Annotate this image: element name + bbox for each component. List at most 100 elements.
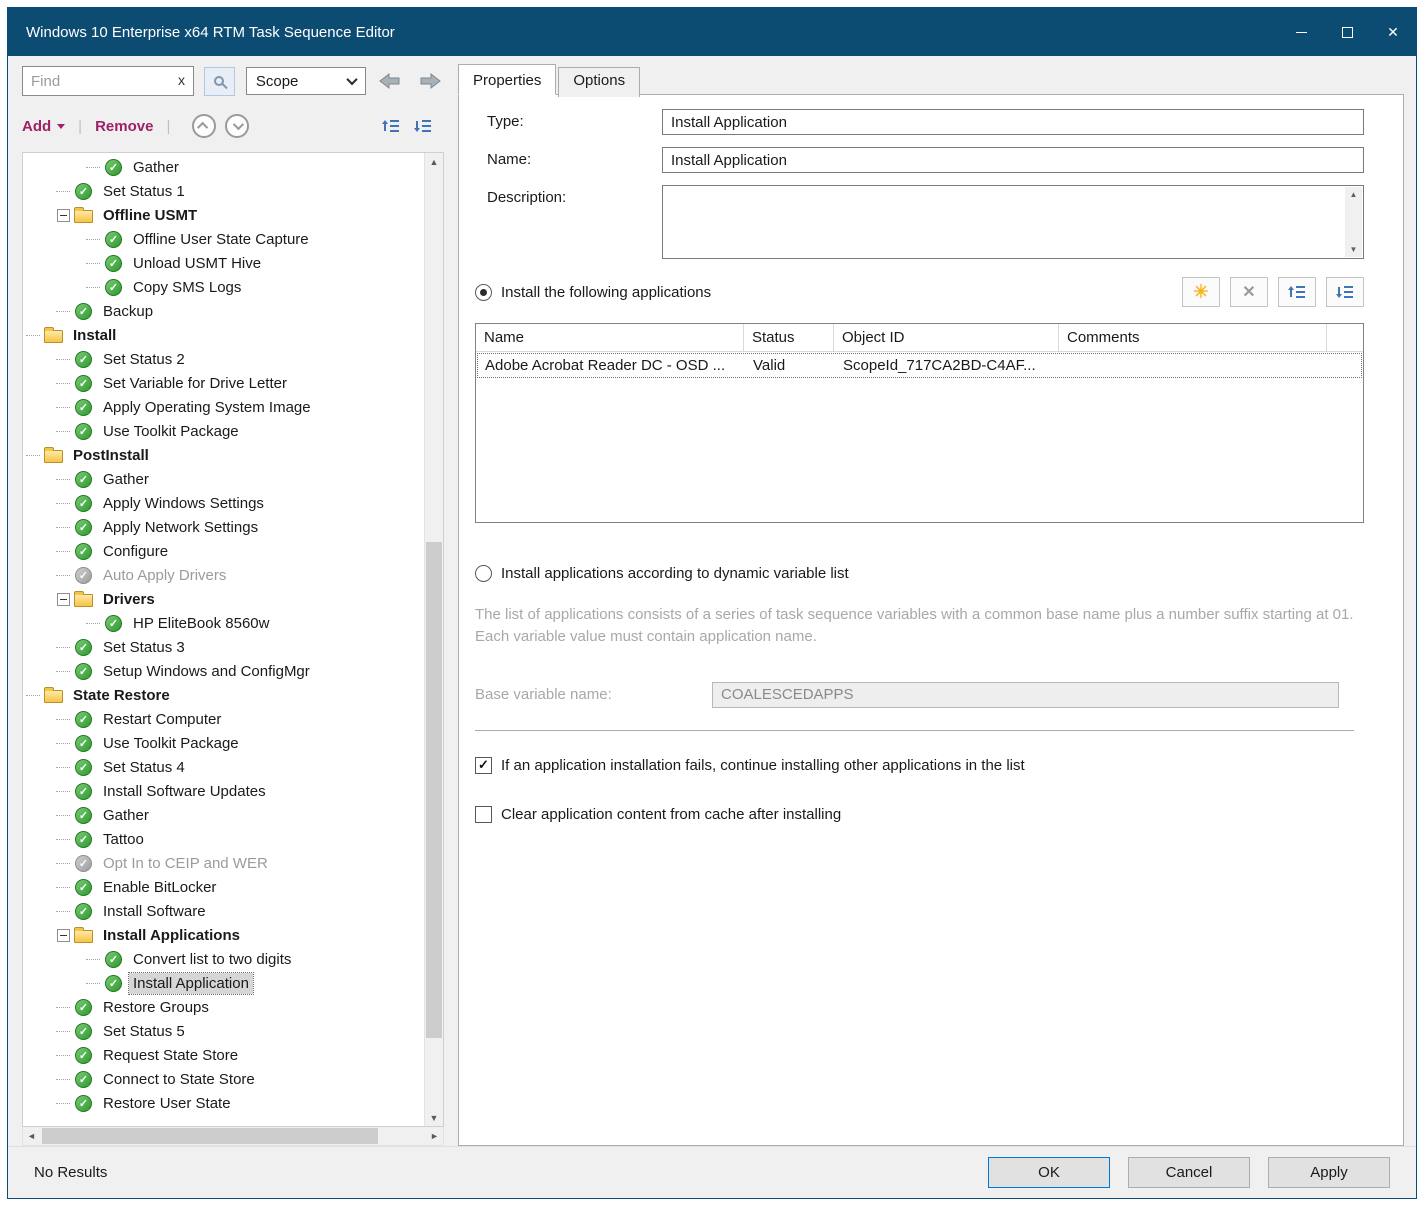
scroll-up-icon[interactable]: ▲ (1350, 190, 1358, 199)
apply-button[interactable]: Apply (1268, 1157, 1390, 1188)
tab-properties[interactable]: Properties (458, 64, 556, 95)
step-status-check-icon (105, 255, 122, 272)
column-header[interactable]: Object ID (834, 324, 1059, 351)
cancel-button[interactable]: Cancel (1128, 1157, 1250, 1188)
move-application-down-button[interactable] (1326, 277, 1364, 307)
collapse-all-icon (413, 118, 433, 134)
step-status-check-icon (75, 543, 92, 560)
tree-item[interactable]: Drivers (23, 587, 424, 611)
tree-item[interactable]: PostInstall (23, 443, 424, 467)
tree-item[interactable]: Restore User State (23, 1091, 424, 1115)
find-previous-button[interactable] (374, 67, 406, 95)
tree-item[interactable]: Install Software Updates (23, 779, 424, 803)
application-row[interactable]: Adobe Acrobat Reader DC - OSD ...ValidSc… (477, 353, 1362, 378)
column-header[interactable]: Comments (1059, 324, 1327, 351)
toolbar-separator: | (78, 118, 82, 135)
add-button[interactable]: Add (22, 118, 65, 135)
tree-item[interactable]: Set Variable for Drive Letter (23, 371, 424, 395)
minimize-button[interactable] (1278, 8, 1324, 56)
tree-item[interactable]: Backup (23, 299, 424, 323)
tree-expander-icon[interactable] (53, 929, 73, 942)
continue-on-fail-checkbox[interactable] (475, 757, 492, 774)
tree-item[interactable]: Install Applications (23, 923, 424, 947)
install-following-radio[interactable] (475, 284, 492, 301)
tree-item[interactable]: Use Toolkit Package (23, 419, 424, 443)
tree-item[interactable]: Configure (23, 539, 424, 563)
tree-item[interactable]: Request State Store (23, 1043, 424, 1067)
tree-connector (83, 167, 103, 168)
find-next-button[interactable] (414, 67, 446, 95)
ok-button[interactable]: OK (988, 1157, 1110, 1188)
dynamic-variable-radio[interactable] (475, 565, 492, 582)
tree-item[interactable]: Copy SMS Logs (23, 275, 424, 299)
collapse-all-button[interactable] (410, 114, 436, 138)
tree-item[interactable]: Tattoo (23, 827, 424, 851)
tree-item[interactable]: Offline USMT (23, 203, 424, 227)
description-scrollbar[interactable]: ▲ ▼ (1345, 187, 1362, 257)
clear-cache-checkbox[interactable] (475, 806, 492, 823)
tree-item[interactable]: Set Status 1 (23, 179, 424, 203)
search-button[interactable] (204, 67, 235, 96)
app-table-body[interactable]: Adobe Acrobat Reader DC - OSD ...ValidSc… (476, 352, 1363, 522)
tree-item[interactable]: Apply Windows Settings (23, 491, 424, 515)
remove-button[interactable]: Remove (95, 118, 153, 135)
tree-vertical-scrollbar[interactable]: ▲ ▼ (424, 153, 443, 1126)
scroll-up-icon[interactable]: ▲ (425, 153, 443, 170)
name-field[interactable] (662, 147, 1364, 173)
tree-item[interactable]: Unload USMT Hive (23, 251, 424, 275)
maximize-button[interactable] (1324, 8, 1370, 56)
tree-item[interactable]: HP EliteBook 8560w (23, 611, 424, 635)
tree-item[interactable]: Install Application (23, 971, 424, 995)
tree-item[interactable]: Restart Computer (23, 707, 424, 731)
column-header[interactable]: Status (744, 324, 834, 351)
tab-options[interactable]: Options (558, 67, 640, 97)
tree-expander-icon[interactable] (53, 209, 73, 222)
tree-item[interactable]: Set Status 2 (23, 347, 424, 371)
close-button[interactable]: ✕ (1370, 8, 1416, 56)
description-field[interactable]: ▲ ▼ (662, 185, 1364, 259)
tree-item[interactable]: Set Status 4 (23, 755, 424, 779)
move-application-up-button[interactable] (1278, 277, 1316, 307)
scroll-left-icon[interactable]: ◄ (23, 1127, 40, 1145)
tree-item[interactable]: Install Software (23, 899, 424, 923)
tree-item[interactable]: Connect to State Store (23, 1067, 424, 1091)
tree-item[interactable]: Apply Operating System Image (23, 395, 424, 419)
tree-item[interactable]: Opt In to CEIP and WER (23, 851, 424, 875)
delete-application-button[interactable]: ✕ (1230, 277, 1268, 307)
clear-find-button[interactable]: x (178, 72, 185, 88)
scroll-down-icon[interactable]: ▼ (425, 1109, 443, 1126)
tree-item[interactable]: Offline User State Capture (23, 227, 424, 251)
tree-expander-icon[interactable] (53, 593, 73, 606)
tree-item[interactable]: Install (23, 323, 424, 347)
tree-item[interactable]: Gather (23, 467, 424, 491)
tree-item[interactable]: Use Toolkit Package (23, 731, 424, 755)
add-application-button[interactable]: ✳ (1182, 277, 1220, 307)
vertical-scroll-thumb[interactable] (426, 542, 442, 1038)
tree-item[interactable]: Restore Groups (23, 995, 424, 1019)
tree-item[interactable]: Enable BitLocker (23, 875, 424, 899)
tree-item[interactable]: Auto Apply Drivers (23, 563, 424, 587)
scroll-right-icon[interactable]: ► (426, 1127, 443, 1145)
expand-all-button[interactable] (378, 114, 404, 138)
tree-item[interactable]: Apply Network Settings (23, 515, 424, 539)
tree-item[interactable]: Gather (23, 803, 424, 827)
scroll-down-icon[interactable]: ▼ (1350, 245, 1358, 254)
tree-item[interactable]: Set Status 5 (23, 1019, 424, 1043)
step-status-check-icon (105, 951, 122, 968)
horizontal-scroll-thumb[interactable] (42, 1128, 378, 1144)
main-area: x Scope Add | (8, 56, 1416, 1146)
move-step-down-button[interactable] (225, 114, 249, 138)
scope-dropdown[interactable]: Scope (246, 67, 366, 95)
find-input[interactable] (22, 66, 194, 96)
tree-horizontal-scrollbar[interactable]: ◄ ► (22, 1127, 444, 1146)
column-header[interactable]: Name (476, 324, 744, 351)
tree-connector (53, 767, 73, 768)
tree-item-label: Install Applications (99, 925, 244, 946)
move-step-up-button[interactable] (192, 114, 216, 138)
tree-item[interactable]: Setup Windows and ConfigMgr (23, 659, 424, 683)
tree-item[interactable]: State Restore (23, 683, 424, 707)
tree-item[interactable]: Gather (23, 155, 424, 179)
tree-item[interactable]: Set Status 3 (23, 635, 424, 659)
tree-item-label: Restore User State (99, 1093, 235, 1114)
tree-item[interactable]: Convert list to two digits (23, 947, 424, 971)
